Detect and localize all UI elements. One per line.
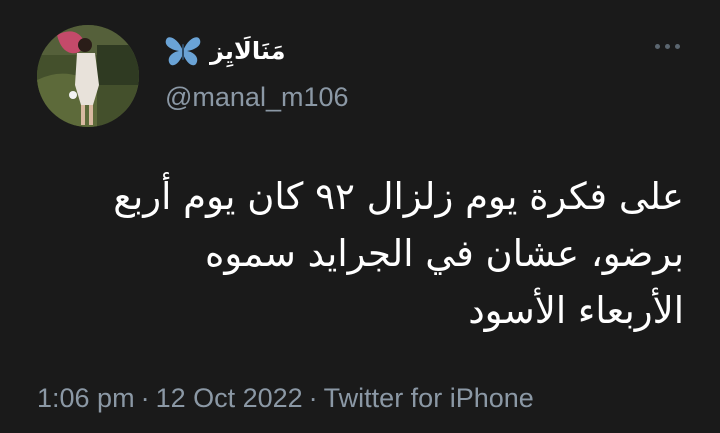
tweet-time[interactable]: 1:06 pm	[37, 383, 135, 413]
avatar[interactable]	[37, 25, 139, 127]
tweet-line: برضو، عشان في الجرايد سموه	[204, 232, 684, 275]
butterfly-icon	[165, 37, 201, 66]
tweet-line: على فكرة يوم زلزال ٩٢ كان يوم أربع	[113, 175, 684, 218]
user-handle[interactable]: @manal_m106	[165, 82, 349, 113]
dot	[655, 44, 660, 49]
tweet-meta: 1:06 pm · 12 Oct 2022 · Twitter for iPhone	[37, 383, 534, 414]
separator: ·	[308, 383, 318, 413]
more-options-icon[interactable]	[655, 44, 680, 49]
display-name: مَنَالَايِز	[210, 37, 286, 65]
tweet-text: على فكرة يوم زلزال ٩٢ كان يوم أربع برضو،…	[38, 168, 684, 339]
tweet-line: الأربعاء الأسود	[468, 289, 684, 332]
display-name-row[interactable]: مَنَالَايِز	[164, 34, 285, 68]
dot	[665, 44, 670, 49]
tweet-source[interactable]: Twitter for iPhone	[324, 383, 534, 413]
dot	[675, 44, 680, 49]
separator: ·	[140, 383, 150, 413]
avatar-photo	[37, 25, 139, 127]
tweet-date[interactable]: 12 Oct 2022	[156, 383, 303, 413]
